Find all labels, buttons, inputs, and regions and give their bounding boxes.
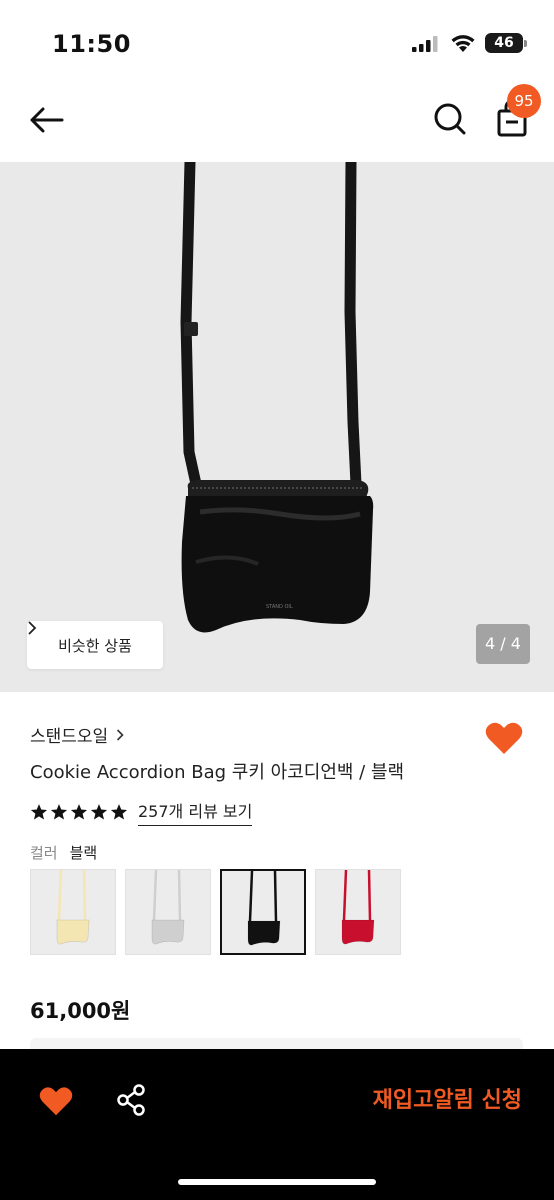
image-page-indicator: 4 / 4 bbox=[476, 624, 530, 664]
price: 61,000원 bbox=[30, 999, 131, 1023]
color-swatch[interactable] bbox=[125, 869, 211, 955]
battery-icon: 46 bbox=[485, 33, 527, 53]
heart-icon[interactable] bbox=[38, 1085, 74, 1117]
color-swatch[interactable] bbox=[220, 869, 306, 955]
similar-products-label: 비슷한 상품 bbox=[58, 636, 132, 655]
product-name: Cookie Accordion Bag 쿠키 아코디언백 / 블랙 bbox=[30, 762, 405, 783]
search-icon[interactable] bbox=[430, 98, 470, 140]
color-label: 컬러 bbox=[30, 844, 58, 862]
status-bar: 11:50 46 bbox=[0, 0, 554, 78]
review-link[interactable]: 257개 리뷰 보기 bbox=[138, 798, 253, 826]
color-swatches bbox=[30, 869, 401, 955]
swatch-bag-thumbnail bbox=[151, 869, 185, 945]
bottom-action-bar: 재입고알림 신청 bbox=[0, 1049, 554, 1200]
brand-link[interactable]: 스탠드오일 bbox=[30, 722, 124, 747]
color-value: 블랙 bbox=[69, 844, 98, 862]
share-icon[interactable] bbox=[116, 1083, 148, 1117]
chevron-right-icon bbox=[28, 621, 37, 635]
cart-count-badge: 95 bbox=[507, 84, 541, 118]
product-image: STAND OIL bbox=[180, 162, 374, 633]
star-icon bbox=[30, 804, 48, 820]
star-icon bbox=[70, 804, 88, 820]
star-icon bbox=[90, 804, 108, 820]
color-swatch[interactable] bbox=[30, 869, 116, 955]
swatch-bag-thumbnail bbox=[56, 869, 90, 945]
restock-alert-button[interactable]: 재입고알림 신청 bbox=[300, 1083, 522, 1119]
chevron-right-icon bbox=[117, 728, 124, 741]
signal-icon bbox=[412, 36, 438, 52]
star-icon bbox=[110, 804, 128, 820]
brand-name: 스탠드오일 bbox=[30, 727, 109, 747]
battery-level: 46 bbox=[494, 35, 514, 51]
back-button[interactable] bbox=[26, 100, 68, 140]
top-nav bbox=[0, 78, 554, 162]
color-swatch[interactable] bbox=[315, 869, 401, 955]
color-row: 컬러 블랙 bbox=[30, 842, 97, 863]
similar-products-button[interactable]: 비슷한 상품 bbox=[27, 621, 163, 669]
rating-stars bbox=[30, 803, 128, 821]
swatch-bag-thumbnail bbox=[247, 870, 281, 946]
swatch-bag-thumbnail bbox=[341, 869, 375, 945]
rating-row: 257개 리뷰 보기 bbox=[30, 798, 253, 826]
brand-logo: STAND OIL bbox=[266, 604, 293, 610]
status-time: 11:50 bbox=[52, 30, 131, 58]
home-indicator bbox=[178, 1179, 376, 1185]
wifi-icon bbox=[451, 35, 475, 52]
star-icon bbox=[50, 804, 68, 820]
product-image-carousel[interactable]: STAND OIL 비슷한 상품 4 / 4 bbox=[0, 162, 554, 692]
wishlist-heart-icon[interactable] bbox=[484, 720, 524, 756]
